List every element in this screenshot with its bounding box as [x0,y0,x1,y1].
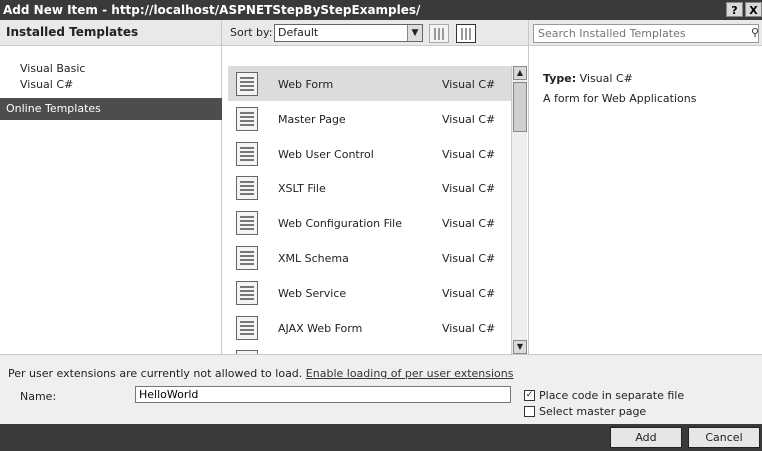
item-name: Web Form [278,78,334,91]
help-button[interactable]: ? [726,2,743,17]
window-title: Add New Item - http://localhost/ASPNETSt… [3,3,421,17]
item-type: Visual C# [442,112,496,126]
chevron-down-icon[interactable]: ▼ [407,25,422,41]
type-label: Type: [543,72,577,85]
name-field[interactable] [135,386,511,403]
ajax-web-form-icon [236,315,258,340]
search-input[interactable] [533,24,759,43]
options-area: Per user extensions are currently not al… [0,354,762,424]
separate-file-checkbox[interactable]: ✓ Place code in separate file [524,389,684,402]
sort-value: Default [278,26,319,39]
add-button[interactable]: Add [610,427,682,448]
template-description: A form for Web Applications [543,92,697,105]
web-form-icon [236,72,258,96]
extensions-message-text: Per user extensions are currently not al… [8,367,303,380]
search-bar: ⚲ [529,20,762,46]
scroll-up-icon[interactable]: ▲ [513,66,527,80]
list-item[interactable]: Web Configuration File Visual C# [228,205,512,240]
web-user-control-icon [236,141,258,166]
item-name: Web Service [278,286,347,300]
item-type: Visual C# [442,321,496,335]
medium-icons-icon [461,28,472,40]
details-panel: ⚲ Type: Visual C# A form for Web Applica… [528,20,762,354]
template-list: Web Form Visual C# Master Page Visual C#… [228,66,512,354]
item-type: Visual C# [442,217,496,231]
cancel-button[interactable]: Cancel [688,427,760,448]
list-item[interactable]: Web Form Visual C# [228,66,512,101]
scroll-down-icon[interactable]: ▼ [513,340,527,354]
template-list-panel: Sort by: Default ▼ Web Form Visual C# Ma… [222,20,528,354]
online-templates-item[interactable]: Online Templates [0,98,222,120]
tree-item-visual-basic[interactable]: Visual Basic [20,62,85,75]
separate-file-label: Place code in separate file [539,389,685,402]
xml-schema-icon [236,245,258,270]
master-page-icon [236,106,258,131]
extensions-message: Per user extensions are currently not al… [8,367,514,380]
item-name: XSLT File [278,182,326,196]
list-item[interactable]: Web User Control Visual C# [228,136,512,171]
list-item[interactable]: XML Schema Visual C# [228,240,512,275]
templates-panel: Installed Templates Visual Basic Visual … [0,20,222,354]
sort-dropdown[interactable]: Default ▼ [274,24,423,42]
medium-icons-view-button[interactable] [456,24,476,43]
enable-extensions-link[interactable]: Enable loading of per user extensions [306,367,514,380]
close-button[interactable]: X [745,2,762,17]
item-type: Visual C# [442,78,496,91]
small-icons-view-button[interactable] [429,24,449,43]
list-item[interactable] [228,344,512,354]
tree-item-visual-csharp[interactable]: Visual C# [20,78,73,91]
small-icons-icon [434,28,445,40]
sort-label: Sort by: [230,26,273,39]
type-line: Type: Visual C# [543,72,633,85]
master-page-label: Select master page [539,405,647,418]
item-name: Master Page [278,112,346,126]
list-item[interactable]: XSLT File Visual C# [228,170,512,205]
item-type: Visual C# [442,147,496,161]
xslt-file-icon [236,176,258,201]
checkbox-unchecked-icon[interactable] [524,406,535,417]
item-name: XML Schema [278,251,349,265]
list-scrollbar[interactable]: ▲ ▼ [511,66,527,354]
master-page-checkbox[interactable]: Select master page [524,405,646,418]
list-item[interactable]: Master Page Visual C# [228,101,512,136]
search-icon[interactable]: ⚲ [751,26,759,39]
item-type: Visual C# [442,251,496,265]
type-value: Visual C# [579,72,633,85]
web-config-file-icon [236,211,258,236]
item-name: Web User Control [278,147,374,161]
window-titlebar: Add New Item - http://localhost/ASPNETSt… [0,0,762,20]
item-name: AJAX Web Form [278,321,363,335]
checkbox-checked-icon[interactable]: ✓ [524,390,535,401]
scroll-thumb[interactable] [513,82,527,132]
item-name: Web Configuration File [278,217,402,231]
list-item[interactable]: Web Service Visual C# [228,275,512,310]
item-type: Visual C# [442,286,496,300]
item-type: Visual C# [442,182,496,196]
name-label: Name: [20,390,57,403]
list-item[interactable]: AJAX Web Form Visual C# [228,310,512,345]
web-service-icon [236,280,258,305]
sort-toolbar: Sort by: Default ▼ [222,20,528,46]
installed-templates-header: Installed Templates [0,20,221,46]
dialog-footer: Add Cancel [0,424,762,451]
